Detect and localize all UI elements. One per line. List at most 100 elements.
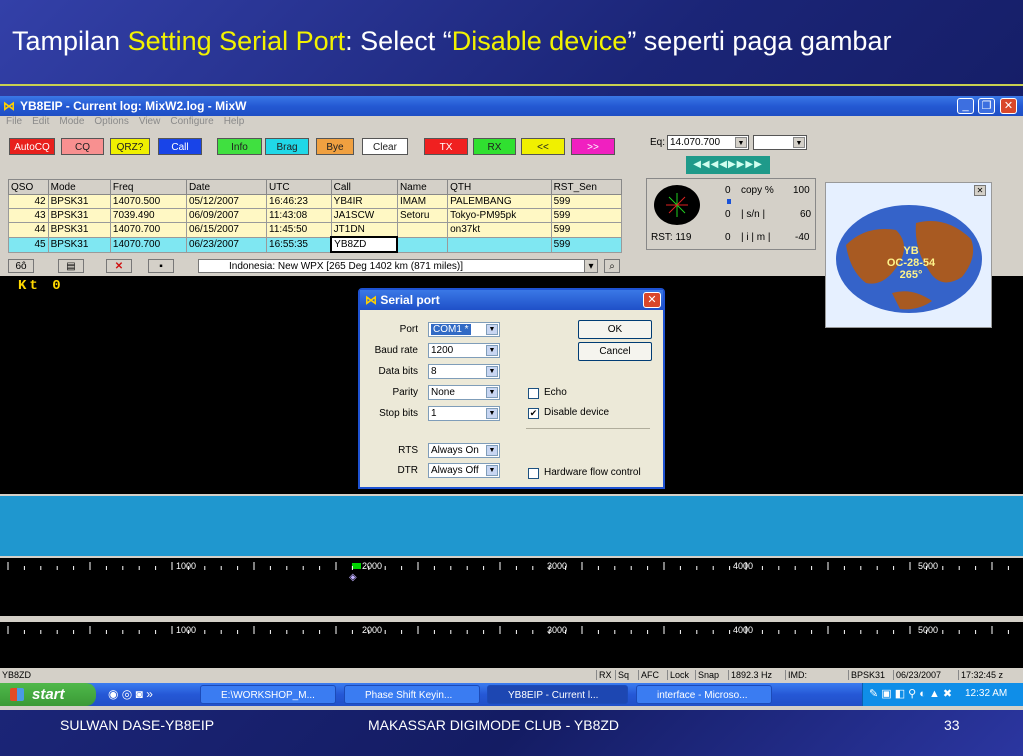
log-column-header[interactable]: QSO — [8, 179, 49, 195]
macro-button-4[interactable]: Info — [217, 138, 262, 155]
log-cell[interactable]: 16:46:23 — [266, 194, 332, 209]
dialog-close-button[interactable]: ✕ — [643, 292, 661, 308]
close-icon[interactable]: ✕ — [974, 185, 986, 196]
log-cell[interactable] — [396, 222, 449, 238]
log-cell[interactable]: 14070.700 — [109, 236, 187, 253]
tray-icons[interactable]: ✎ ▣ ◧ ⚲ ◐ ▲ ✖ — [869, 687, 952, 700]
macro-button-7[interactable]: Clear — [362, 138, 408, 155]
log-cell[interactable]: 44 — [8, 222, 49, 238]
log-cell[interactable]: BPSK31 — [47, 208, 111, 223]
search-icon[interactable]: ⌕ — [604, 259, 620, 273]
log-cell[interactable]: Setoru — [396, 208, 449, 223]
qth-info-field[interactable]: Indonesia: New WPX [265 Deg 1402 km (871… — [198, 259, 590, 273]
delete-icon[interactable]: ✕ — [106, 259, 132, 273]
tune-arrows[interactable]: ◀◀◀◀▶▶▶▶ — [686, 156, 770, 174]
log-cell[interactable]: 11:43:08 — [266, 208, 332, 223]
log-cell[interactable]: 43 — [8, 208, 49, 223]
taskbar-task-button[interactable]: Phase Shift Keyin... — [344, 685, 480, 704]
band-select[interactable]: ▼ — [753, 135, 807, 150]
log-column-header[interactable]: Mode — [47, 179, 111, 195]
macro-button-2[interactable]: QRZ? — [110, 138, 150, 155]
log-column-header[interactable]: Date — [185, 179, 268, 195]
save-icon[interactable]: ▪ — [148, 259, 174, 273]
log-row[interactable]: 44 BPSK31 14070.700 06/15/2007 11:45:50 JT1DN… — [8, 222, 623, 238]
log-column-header[interactable]: Freq — [109, 179, 187, 195]
dialog-field-select[interactable]: 8 ▼ — [428, 364, 500, 379]
menu-options[interactable]: Options — [94, 116, 128, 127]
waterfall-upper[interactable]: ◈ 1000 2000 3000 4000 5000 — [0, 558, 1023, 616]
macro-button-11[interactable]: >> — [571, 138, 615, 155]
log-cell[interactable]: 45 — [8, 236, 49, 253]
log-cell[interactable]: 11:45:50 — [266, 222, 332, 238]
log-column-header[interactable]: UTC — [266, 179, 332, 195]
dialog-field-select[interactable]: None ▼ — [428, 385, 500, 400]
log-row[interactable]: 45 BPSK31 14070.700 06/23/2007 16:55:35 YB8ZD… — [8, 236, 623, 253]
menu-edit[interactable]: Edit — [32, 116, 49, 127]
log-cell[interactable]: 06/15/2007 — [185, 222, 268, 238]
macro-button-6[interactable]: Bye — [316, 138, 354, 155]
log-cell[interactable] — [396, 236, 449, 253]
log-cell[interactable]: BPSK31 — [47, 194, 111, 209]
log-column-header[interactable]: Call — [330, 179, 398, 195]
dialog-field-select[interactable]: COM1 * ▼ — [428, 322, 500, 337]
log-cell[interactable]: 14070.500 — [109, 194, 187, 209]
dialog-field-select[interactable]: 1 ▼ — [428, 406, 500, 421]
log-cell[interactable]: BPSK31 — [47, 222, 111, 238]
restore-button[interactable]: ❐ — [978, 98, 995, 114]
log-row[interactable]: 42 BPSK31 14070.500 05/12/2007 16:46:23 YB4IR… — [8, 194, 623, 209]
menu-mode[interactable]: Mode — [59, 116, 84, 127]
dialog-field-select[interactable]: 1200 ▼ — [428, 343, 500, 358]
rts-select[interactable]: Always On ▼ — [428, 443, 500, 458]
rx-marker-icon[interactable]: ◈ — [349, 572, 357, 583]
log-cell[interactable] — [447, 236, 552, 253]
hardware-flow-checkbox[interactable] — [528, 468, 539, 479]
minimize-button[interactable]: _ — [957, 98, 974, 114]
echo-checkbox[interactable] — [528, 388, 539, 399]
log-cell[interactable]: 06/09/2007 — [185, 208, 268, 223]
taskbar-task-button[interactable]: YB8EIP - Current l... — [487, 685, 628, 704]
log-cell[interactable]: 14070.700 — [109, 222, 187, 238]
log-column-header[interactable]: QTH — [447, 179, 552, 195]
edit-record-icon[interactable]: ▤ — [58, 259, 84, 273]
ok-button[interactable]: OK — [578, 320, 652, 339]
macro-button-10[interactable]: << — [521, 138, 565, 155]
log-cell[interactable]: 599 — [550, 194, 623, 209]
log-cell[interactable]: 06/23/2007 — [185, 236, 268, 253]
log-cell[interactable]: 599 — [550, 222, 623, 238]
log-cell[interactable]: IMAM — [396, 194, 449, 209]
log-cell[interactable]: 7039.490 — [109, 208, 187, 223]
disable-device-checkbox[interactable]: ✔ — [528, 408, 539, 419]
macro-button-5[interactable]: Brag — [265, 138, 309, 155]
dtr-select[interactable]: Always Off ▼ — [428, 463, 500, 478]
log-cell[interactable]: 599 — [550, 208, 623, 223]
log-cell[interactable]: JA1SCW — [330, 208, 398, 223]
log-cell[interactable]: PALEMBANG — [447, 194, 552, 209]
log-column-header[interactable]: RST_Sen — [550, 179, 623, 195]
log-row[interactable]: 43 BPSK31 7039.490 06/09/2007 11:43:08 JA1SCW… — [8, 208, 623, 223]
waterfall-lower[interactable]: 1000 2000 3000 4000 5000 — [0, 622, 1023, 668]
log-cell[interactable]: 05/12/2007 — [185, 194, 268, 209]
quick-launch-icons[interactable]: ◉ ◎ ◙ » — [108, 687, 153, 701]
log-cell[interactable]: 42 — [8, 194, 49, 209]
close-button[interactable]: ✕ — [1000, 98, 1017, 114]
transmit-text-area[interactable] — [0, 496, 1023, 556]
log-cell[interactable]: 16:55:35 — [266, 236, 332, 253]
window-titlebar[interactable]: ⋈ YB8EIP - Current log: MixW2.log - MixW… — [0, 96, 1023, 116]
macro-button-1[interactable]: CQ — [61, 138, 104, 155]
log-column-header[interactable]: Name — [396, 179, 449, 195]
log-cell[interactable]: 599 — [550, 236, 623, 253]
log-cell[interactable]: Tokyo-PM95pk — [447, 208, 552, 223]
dialog-titlebar[interactable]: ⋈ Serial port — [360, 290, 663, 310]
taskbar-task-button[interactable]: E:\WORKSHOP_M... — [200, 685, 336, 704]
chevron-down-icon[interactable]: ▾ — [584, 259, 598, 273]
menu-file[interactable]: File — [6, 116, 22, 127]
log-cell[interactable]: BPSK31 — [47, 236, 111, 253]
log-cell[interactable]: JT1DN — [330, 222, 398, 238]
macro-button-8[interactable]: TX — [424, 138, 468, 155]
log-cell[interactable]: YB4IR — [330, 194, 398, 209]
macro-button-3[interactable]: Call — [158, 138, 202, 155]
log-cell[interactable]: on37kt — [447, 222, 552, 238]
taskbar-task-button[interactable]: interface - Microso... — [636, 685, 772, 704]
log-cell[interactable]: YB8ZD — [330, 236, 399, 253]
menu-configure[interactable]: Configure — [170, 116, 213, 127]
